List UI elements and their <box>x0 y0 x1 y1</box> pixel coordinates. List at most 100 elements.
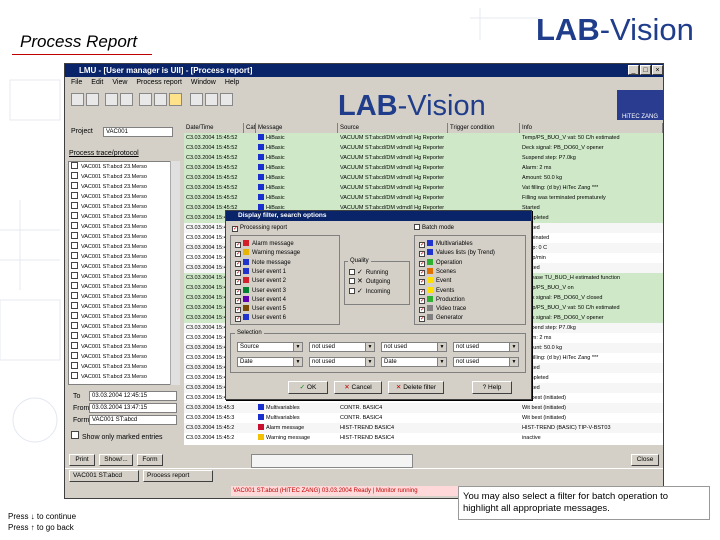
list-item-checkbox[interactable] <box>71 202 78 209</box>
filter-option[interactable]: ✓ Note message <box>235 258 291 268</box>
menu-process-report[interactable]: Process report <box>136 79 182 86</box>
selection-dropdown[interactable]: not used ▼ <box>381 342 447 352</box>
list-item-checkbox[interactable] <box>71 212 78 219</box>
filter-checkbox[interactable] <box>349 278 355 285</box>
to-date-field[interactable]: 03.03.2004 13:47:15 <box>89 403 177 413</box>
project-select[interactable]: VAC001 <box>103 127 173 137</box>
filter-option[interactable]: ✓ User event 2 <box>235 277 286 286</box>
list-item[interactable]: VAC001 ST:abcd 23.Merso <box>69 312 179 322</box>
list-item-checkbox[interactable] <box>71 362 78 369</box>
filter-option[interactable]: ✓ Values lists (by Trend) <box>419 249 495 258</box>
list-item[interactable]: VAC001 ST:abcd 23.Merso <box>69 242 179 252</box>
list-item-checkbox[interactable] <box>71 312 78 319</box>
list-item[interactable]: VAC001 ST:abcd 23.Merso <box>69 172 179 182</box>
filter-checkbox[interactable]: ✓ <box>419 307 425 314</box>
chart-icon[interactable] <box>139 93 152 106</box>
book-icon[interactable] <box>205 93 218 106</box>
filter-checkbox[interactable] <box>349 269 355 275</box>
network-icon[interactable] <box>105 93 118 106</box>
selection-dropdown[interactable]: Source ▼ <box>237 342 303 352</box>
table-row[interactable]: C3.03.2004 15:45:2 Alarm message HIST-TREN… <box>184 423 663 433</box>
help-button[interactable]: ? Help <box>472 381 512 394</box>
print-button[interactable]: Print <box>69 454 95 466</box>
filter-option[interactable]: ✓ User event 1 <box>235 267 286 277</box>
show-button[interactable]: Show/... <box>99 454 133 466</box>
col-source[interactable]: Source <box>338 123 448 133</box>
list-item[interactable]: VAC001 ST:abcd 23.Merso <box>69 252 179 262</box>
list-item[interactable]: VAC001 ST:abcd 23.Merso <box>69 282 179 292</box>
selection-dropdown[interactable]: Date ▼ <box>237 357 303 367</box>
list-item[interactable]: VAC001 ST:abcd 23.Merso <box>69 272 179 282</box>
batch-mode-checkbox[interactable] <box>414 224 420 230</box>
filter-checkbox[interactable]: ✓ <box>419 251 425 258</box>
list-item-checkbox[interactable] <box>71 302 78 309</box>
list-item-checkbox[interactable] <box>71 332 78 339</box>
filter-checkbox[interactable]: ✓ <box>419 242 425 248</box>
list-item[interactable]: VAC001 ST:abcd 23.Merso <box>69 182 179 192</box>
table-row[interactable]: C3.03.2004 15:45:52 HiBasic VACUUM ST:abcd… <box>184 153 663 163</box>
filter-checkbox[interactable]: ✓ <box>235 260 241 267</box>
filter-checkbox[interactable]: ✓ <box>419 316 425 323</box>
report-icon[interactable] <box>220 93 233 106</box>
filter-checkbox[interactable]: ✓ <box>419 269 425 276</box>
filter-checkbox[interactable]: ✓ <box>419 297 425 304</box>
filter-checkbox[interactable]: ✓ <box>235 251 241 258</box>
menu-window[interactable]: Window <box>191 79 216 86</box>
list-item-checkbox[interactable] <box>71 252 78 259</box>
list-item-checkbox[interactable] <box>71 272 78 279</box>
list-item[interactable]: VAC001 ST:abcd 23.Merso <box>69 212 179 222</box>
list-item-checkbox[interactable] <box>71 292 78 299</box>
filter-checkbox[interactable]: ✓ <box>235 297 241 304</box>
list-item-checkbox[interactable] <box>71 352 78 359</box>
list-item-checkbox[interactable] <box>71 342 78 349</box>
batch-mode-option[interactable]: Batch mode <box>414 224 454 233</box>
grid-icon[interactable] <box>120 93 133 106</box>
list-item[interactable]: VAC001 ST:abcd 23.Merso <box>69 362 179 372</box>
list-item[interactable]: VAC001 ST:abcd 23.Merso <box>69 372 179 382</box>
col-trigger[interactable]: Trigger condition <box>448 123 520 133</box>
list-item[interactable]: VAC001 ST:abcd 23.Merso <box>69 192 179 202</box>
filter-checkbox[interactable]: ✓ <box>419 279 425 286</box>
menu-file[interactable]: File <box>71 79 82 86</box>
table-row[interactable]: C3.03.2004 15:45:52 HiBasic VACUUM ST:abcd… <box>184 163 663 173</box>
filter-option[interactable]: ✓ Events <box>419 286 454 296</box>
form-button[interactable]: Form <box>137 454 163 466</box>
list-item-checkbox[interactable] <box>71 162 78 169</box>
filter-option[interactable]: ✓ Alarm message <box>235 240 294 249</box>
filter-checkbox[interactable]: ✓ <box>235 288 241 295</box>
filter-option[interactable]: ✓ Warning message <box>235 249 300 258</box>
filter-checkbox[interactable] <box>349 287 355 294</box>
list-item-checkbox[interactable] <box>71 182 78 189</box>
table-row[interactable]: C3.03.2004 15:45:52 HiBasic VACUUM ST:abcd… <box>184 133 663 143</box>
warning-icon[interactable] <box>169 93 182 106</box>
filter-option[interactable]: ✓ Multivariables <box>419 240 473 249</box>
table-row[interactable]: C3.03.2004 15:45:52 HiBasic VACUUM ST:abcd… <box>184 193 663 203</box>
list-item[interactable]: VAC001 ST:abcd 23.Merso <box>69 162 179 172</box>
open-icon[interactable] <box>71 93 84 106</box>
taskbar-item-report[interactable]: Process report <box>143 470 213 482</box>
table-row[interactable]: C3.03.2004 15:45:52 HiBasic VACUUM ST:abcd… <box>184 173 663 183</box>
list-item[interactable]: VAC001 ST:abcd 23.Merso <box>69 262 179 272</box>
filter-option[interactable]: ✓ User event 4 <box>235 295 286 305</box>
filter-checkbox[interactable]: ✓ <box>235 279 241 286</box>
filter-option[interactable]: ✓ Event <box>419 277 451 286</box>
menu-view[interactable]: View <box>112 79 127 86</box>
menu-edit[interactable]: Edit <box>91 79 103 86</box>
table-row[interactable]: C3.03.2004 15:45:52 HiBasic VACUUM ST:abcd… <box>184 143 663 153</box>
table-row[interactable]: C3.03.2004 15:45:3 Multivariables CONTR. B… <box>184 413 663 423</box>
filter-option[interactable]: ✕ Outgoing <box>349 277 390 286</box>
list-item[interactable]: VAC001 ST:abcd 23.Merso <box>69 342 179 352</box>
list-scrollbar[interactable] <box>170 161 180 385</box>
cancel-button[interactable]: ✕ Cancel <box>334 381 382 394</box>
selection-dropdown[interactable]: not used ▼ <box>309 357 375 367</box>
list-item-checkbox[interactable] <box>71 322 78 329</box>
col-cat[interactable]: Cat <box>244 123 256 133</box>
protocol-list[interactable]: VAC001 ST:abcd 23.Merso VAC001 ST:abcd 23… <box>68 161 180 385</box>
col-date[interactable]: Date/Time <box>184 123 244 133</box>
list-item[interactable]: VAC001 ST:abcd 23.Merso <box>69 202 179 212</box>
close-window-button[interactable]: × <box>652 65 663 75</box>
maximize-button[interactable]: □ <box>640 65 651 75</box>
processing-report-checkbox[interactable]: ✓ <box>232 226 238 232</box>
filter-checkbox[interactable]: ✓ <box>419 260 425 267</box>
user-icon[interactable] <box>154 93 167 106</box>
